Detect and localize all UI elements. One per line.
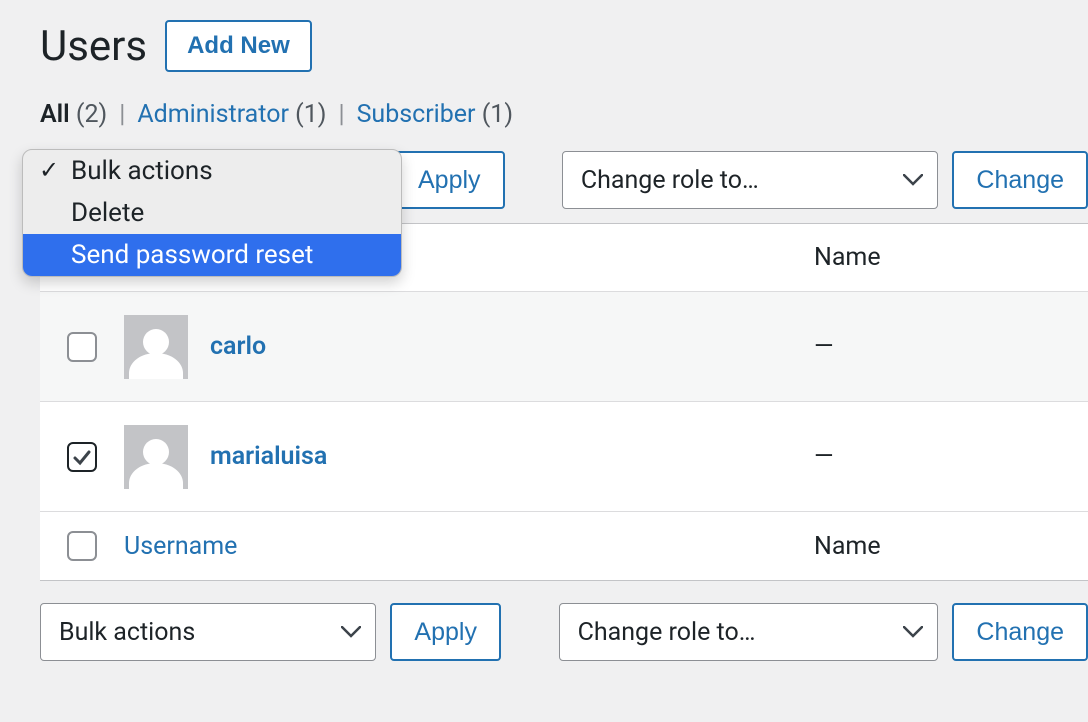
apply-button-bottom[interactable]: Apply <box>390 603 501 661</box>
row-checkbox[interactable] <box>67 332 97 362</box>
filter-subscriber[interactable]: Subscriber (1) <box>357 100 514 129</box>
column-footer-username[interactable]: Username <box>124 532 814 561</box>
change-button-top[interactable]: Change <box>952 151 1088 209</box>
filter-all[interactable]: All (2) <box>40 100 107 129</box>
avatar <box>124 315 188 379</box>
avatar <box>124 425 188 489</box>
bulk-option-send-password-reset[interactable]: Send password reset <box>23 234 401 276</box>
username-link[interactable]: marialuisa <box>210 442 327 471</box>
table-footer-row: Username Name <box>40 512 1088 580</box>
name-cell: — <box>814 332 834 361</box>
apply-button-top[interactable]: Apply <box>394 151 505 209</box>
tablenav-bottom: Bulk actions Apply Change role to… Chang… <box>40 603 1088 661</box>
row-checkbox[interactable] <box>67 442 97 472</box>
change-button-bottom[interactable]: Change <box>952 603 1088 661</box>
bulk-actions-select-bottom[interactable]: Bulk actions <box>40 603 376 661</box>
name-cell: — <box>814 442 834 471</box>
chevron-down-icon <box>341 626 361 638</box>
select-all-checkbox-bottom[interactable] <box>67 531 97 561</box>
page-title: Users <box>40 22 147 71</box>
change-role-select-top[interactable]: Change role to… <box>562 151 939 209</box>
table-row: carlo — <box>40 292 1088 402</box>
bulk-actions-dropdown: Bulk actions Delete Send password reset <box>22 149 402 277</box>
chevron-down-icon <box>903 626 923 638</box>
chevron-down-icon <box>903 174 923 186</box>
column-header-name: Name <box>814 243 1088 272</box>
username-link[interactable]: carlo <box>210 332 266 361</box>
bulk-option-delete[interactable]: Delete <box>23 192 401 234</box>
filter-administrator[interactable]: Administrator (1) <box>137 100 326 129</box>
tablenav-top: Bulk actions Bulk actions Delete Send pa… <box>40 151 1088 209</box>
bulk-option-bulk-actions[interactable]: Bulk actions <box>23 150 401 192</box>
role-filter-links: All (2) | Administrator (1) | Subscriber… <box>40 100 1088 129</box>
add-new-button[interactable]: Add New <box>165 20 312 72</box>
column-footer-name: Name <box>814 532 1088 561</box>
table-row: marialuisa — <box>40 402 1088 512</box>
change-role-select-bottom[interactable]: Change role to… <box>559 603 939 661</box>
